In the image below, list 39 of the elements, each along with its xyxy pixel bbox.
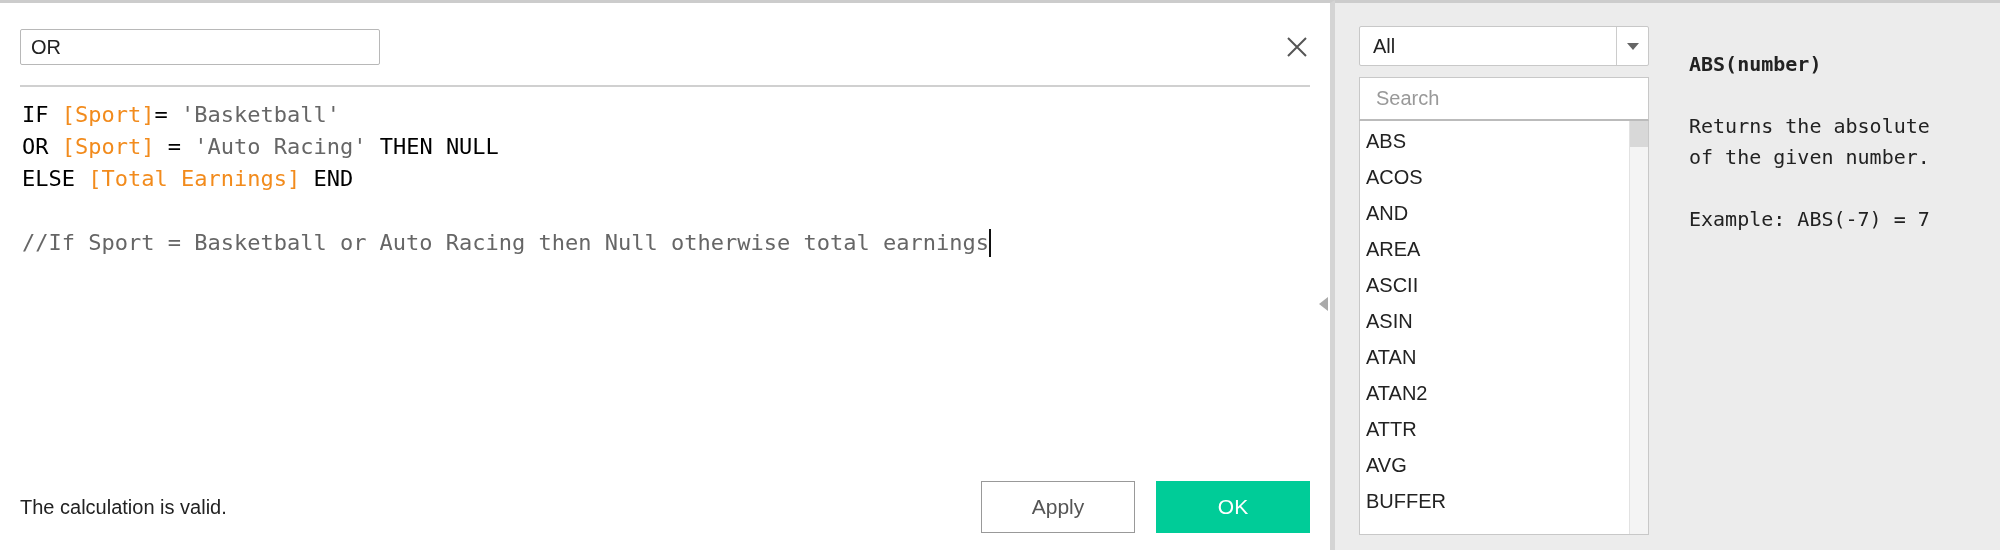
function-item[interactable]: ATTR xyxy=(1366,411,1629,447)
caret-icon xyxy=(1626,42,1639,50)
close-icon[interactable] xyxy=(1286,36,1308,58)
code-keyword: THEN NULL xyxy=(378,133,499,161)
scrollbar-thumb[interactable] xyxy=(1630,121,1648,147)
function-signature: ABS(number) xyxy=(1689,51,1823,78)
code-keyword: = xyxy=(154,101,169,129)
function-item[interactable]: AVG xyxy=(1366,447,1629,483)
search-field[interactable]: Search xyxy=(1359,77,1649,121)
text-cursor xyxy=(988,229,991,257)
validation-message: The calculation is valid. xyxy=(20,495,228,519)
code-keyword: OR xyxy=(22,133,50,161)
field-reference: [Sport] xyxy=(61,101,155,129)
calculation-name-field[interactable]: OR xyxy=(20,29,380,65)
function-item[interactable]: ASCII xyxy=(1366,267,1629,303)
string-literal: 'Basketball' xyxy=(180,101,340,129)
collapse-arrow-icon[interactable] xyxy=(1319,297,1328,311)
function-example: Example: ABS(-7) = 7 xyxy=(1689,206,1930,233)
function-item[interactable]: AND xyxy=(1366,195,1629,231)
function-item[interactable]: BUFFER xyxy=(1366,483,1629,519)
code-keyword: END xyxy=(312,165,354,193)
scrollbar[interactable] xyxy=(1629,121,1648,534)
function-description: Returns the absolute xyxy=(1689,113,1930,140)
code-keyword: ELSE xyxy=(22,165,76,193)
function-description: of the given number. xyxy=(1689,144,1930,171)
field-reference: [Sport] xyxy=(61,133,155,161)
function-item[interactable]: AREA xyxy=(1366,231,1629,267)
function-item[interactable]: ABS xyxy=(1366,123,1629,159)
function-item[interactable]: ATAN xyxy=(1366,339,1629,375)
function-item[interactable]: ASIN xyxy=(1366,303,1629,339)
field-reference: [Total Earnings] xyxy=(88,165,301,193)
string-literal: 'Auto Racing' xyxy=(194,133,367,161)
function-item[interactable]: ACOS xyxy=(1366,159,1629,195)
code-keyword: = xyxy=(166,133,182,161)
category-dropdown[interactable]: All xyxy=(1359,26,1649,66)
code-comment: //If Sport = Basketball or Auto Racing then Null otherwise total earnings xyxy=(22,229,989,257)
code-keyword: IF xyxy=(22,101,50,129)
apply-button[interactable]: Apply xyxy=(981,481,1135,533)
function-item[interactable]: ATAN2 xyxy=(1366,375,1629,411)
